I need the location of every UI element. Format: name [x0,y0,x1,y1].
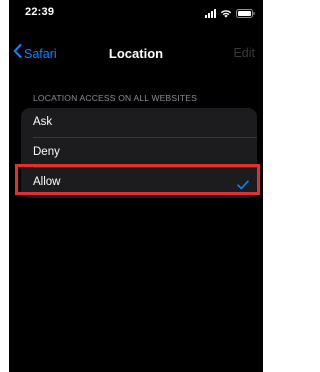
navigation-bar: Safari Location Edit [9,40,263,68]
phone-screen: 22:39 Safari Location Edit LOCATION ACCE… [9,0,263,372]
option-deny[interactable]: Deny [21,138,257,168]
battery-icon [236,9,255,18]
option-label: Allow [33,176,61,188]
status-bar: 22:39 [9,0,263,24]
status-time: 22:39 [25,6,55,18]
wifi-icon [220,9,232,18]
status-icons [205,8,255,18]
location-options-list: Ask Deny Allow [21,108,257,198]
page-title: Location [108,46,164,61]
option-label: Ask [33,116,53,128]
section-header: LOCATION ACCESS ON ALL WEBSITES [33,93,197,103]
edit-button[interactable]: Edit [233,46,255,60]
option-allow[interactable]: Allow [21,168,257,198]
option-label: Deny [33,146,60,158]
checkmark-icon [237,177,249,195]
option-ask[interactable]: Ask [21,108,257,138]
signal-icon [205,9,216,18]
